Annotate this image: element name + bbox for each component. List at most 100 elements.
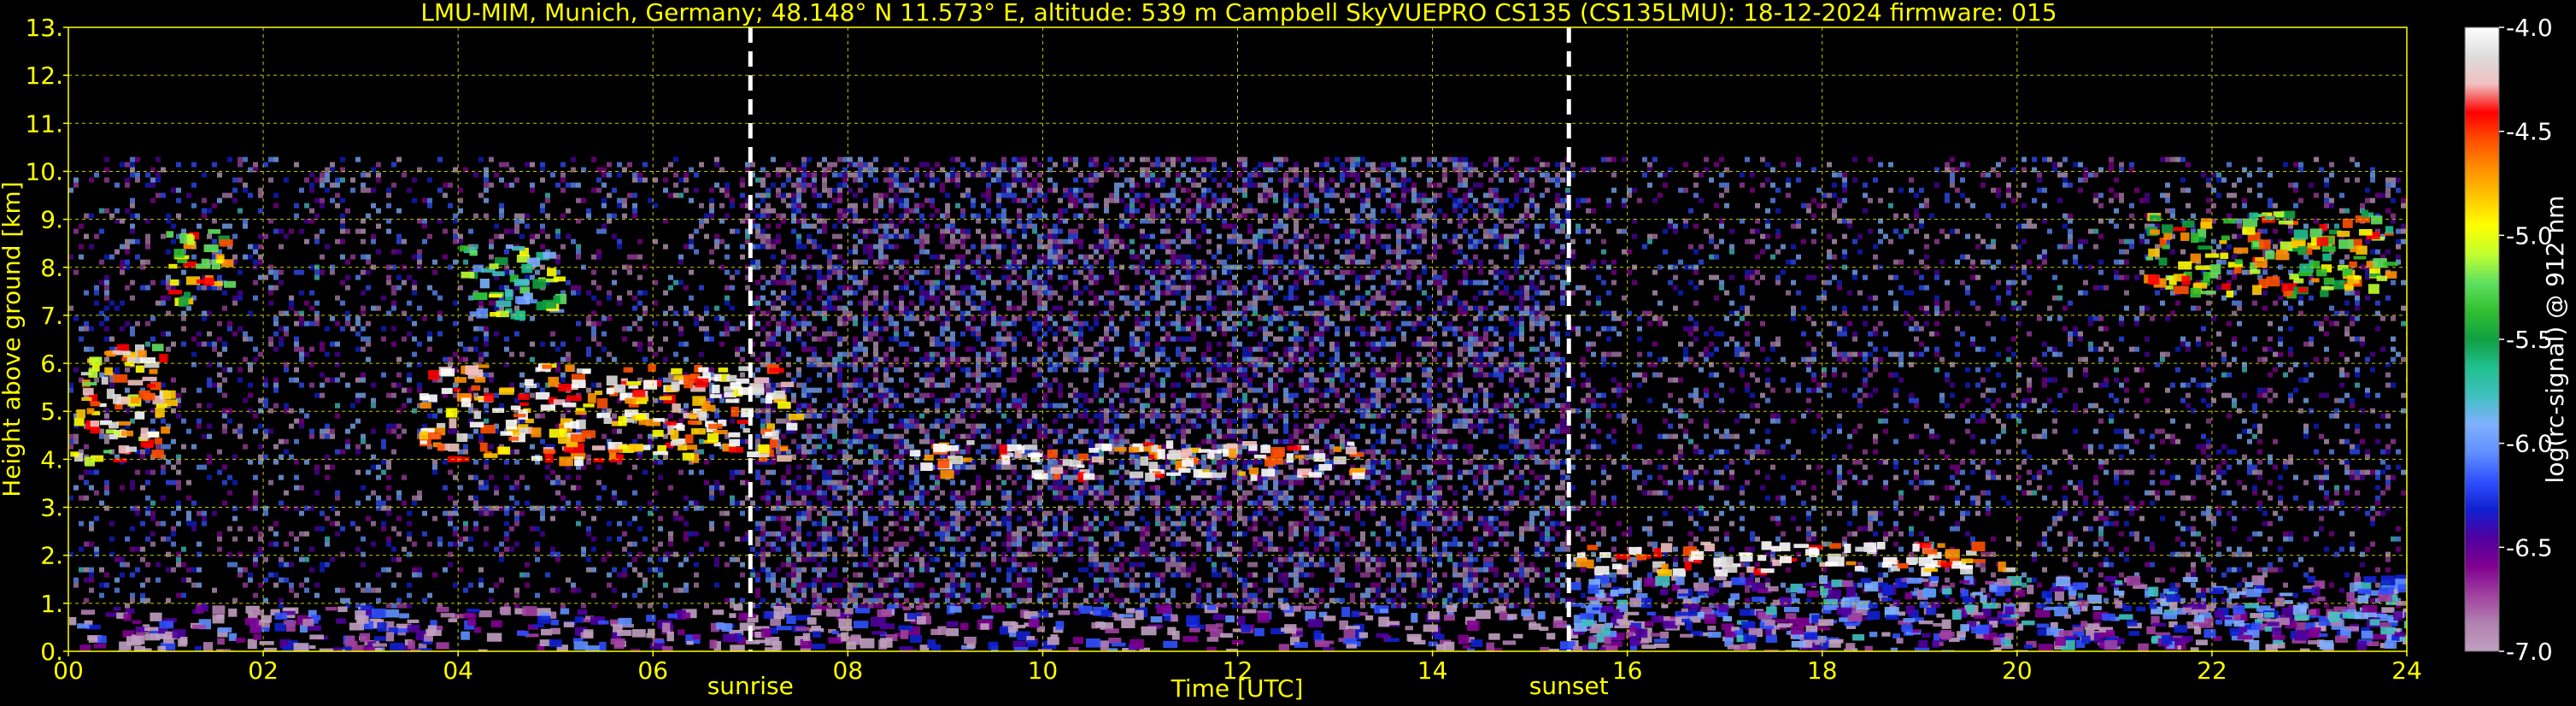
noise-cell	[299, 408, 304, 414]
noise-cell	[320, 510, 325, 516]
noise-cell	[1032, 372, 1037, 378]
noise-cell	[663, 356, 668, 362]
noise-cell	[299, 228, 304, 234]
noise-cell	[904, 233, 909, 239]
noise-cell	[1006, 187, 1012, 193]
noise-cell	[950, 582, 955, 588]
noise-cell	[89, 587, 94, 593]
noise-cell	[883, 259, 889, 265]
noise-cell	[899, 197, 904, 203]
noise-cell	[791, 536, 796, 542]
noise-cell	[314, 464, 320, 470]
noise-cell	[99, 228, 104, 234]
noise-cell	[637, 177, 643, 183]
noise-cell	[996, 464, 1001, 470]
noise-cell	[1099, 438, 1104, 444]
noise-cell	[776, 341, 781, 347]
noise-cell	[848, 551, 853, 557]
noise-cell	[832, 223, 837, 229]
noise-cell	[755, 505, 760, 511]
noise-cell	[412, 177, 417, 183]
noise-cell	[519, 572, 525, 578]
noise-cell	[89, 326, 94, 332]
noise-cell	[771, 331, 776, 337]
noise-cell	[930, 336, 935, 342]
noise-cell	[545, 197, 550, 203]
noise-cell	[873, 367, 878, 373]
noise-cell	[899, 259, 904, 265]
noise-cell	[217, 531, 222, 537]
noise-cell	[161, 418, 166, 424]
noise-cell	[99, 208, 104, 214]
noise-cell	[1027, 423, 1032, 429]
noise-cell	[648, 567, 653, 573]
noise-cell	[894, 285, 899, 291]
noise-cell	[801, 223, 807, 229]
noise-cell	[1001, 505, 1006, 511]
noise-cell	[904, 510, 909, 516]
noise-cell	[801, 449, 807, 455]
noise-cell	[325, 187, 330, 193]
noise-cell	[873, 515, 878, 521]
noise-cell	[484, 341, 489, 347]
noise-cell	[253, 259, 258, 265]
noise-cell	[971, 485, 976, 491]
noise-cell	[725, 285, 730, 291]
noise-cell	[791, 326, 796, 332]
noise-cell	[376, 172, 381, 178]
noise-cell	[1073, 449, 1078, 455]
noise-cell	[924, 531, 930, 537]
noise-cell	[986, 433, 991, 439]
noise-cell	[607, 290, 612, 296]
noise-cell	[689, 551, 694, 557]
noise-cell	[232, 197, 238, 203]
noise-cell	[99, 592, 104, 598]
noise-cell	[863, 603, 868, 609]
noise-cell	[1104, 223, 1109, 229]
noise-cell	[740, 510, 745, 516]
noise-cell	[212, 238, 217, 244]
noise-cell	[755, 603, 760, 609]
noise-cell	[673, 172, 678, 178]
noise-cell	[776, 382, 781, 388]
noise-cell	[684, 305, 689, 311]
noise-cell	[889, 556, 894, 562]
noise-cell	[976, 474, 981, 480]
noise-cell	[658, 567, 663, 573]
noise-cell	[217, 372, 222, 378]
noise-cell	[1109, 326, 1114, 332]
noise-cell	[79, 567, 84, 573]
noise-cell	[776, 187, 781, 193]
noise-cell	[817, 464, 822, 470]
noise-cell	[889, 469, 894, 475]
noise-cell	[858, 285, 863, 291]
noise-cell	[627, 551, 632, 557]
noise-cell	[791, 182, 796, 188]
noise-cell	[299, 351, 304, 357]
noise-cell	[776, 597, 781, 603]
noise-cell	[273, 521, 279, 527]
noise-cell	[919, 556, 924, 562]
noise-cell	[981, 203, 986, 209]
noise-cell	[448, 510, 453, 516]
noise-cell	[781, 582, 786, 588]
noise-cell	[1068, 249, 1073, 255]
noise-cell	[238, 290, 243, 296]
noise-cell	[766, 300, 771, 306]
noise-cell	[837, 403, 842, 409]
noise-cell	[858, 172, 863, 178]
noise-cell	[1012, 336, 1017, 342]
noise-cell	[576, 290, 581, 296]
noise-cell	[965, 228, 971, 234]
noise-cell	[878, 244, 883, 250]
noise-cell	[1078, 582, 1083, 588]
noise-cell	[771, 182, 776, 188]
noise-cell	[848, 300, 853, 306]
noise-cell	[945, 428, 950, 434]
noise-cell	[791, 577, 796, 583]
noise-cell	[202, 197, 207, 203]
noise-cell	[842, 213, 848, 219]
noise-cell	[950, 521, 955, 527]
noise-cell	[878, 592, 883, 598]
noise-cell	[853, 259, 858, 265]
